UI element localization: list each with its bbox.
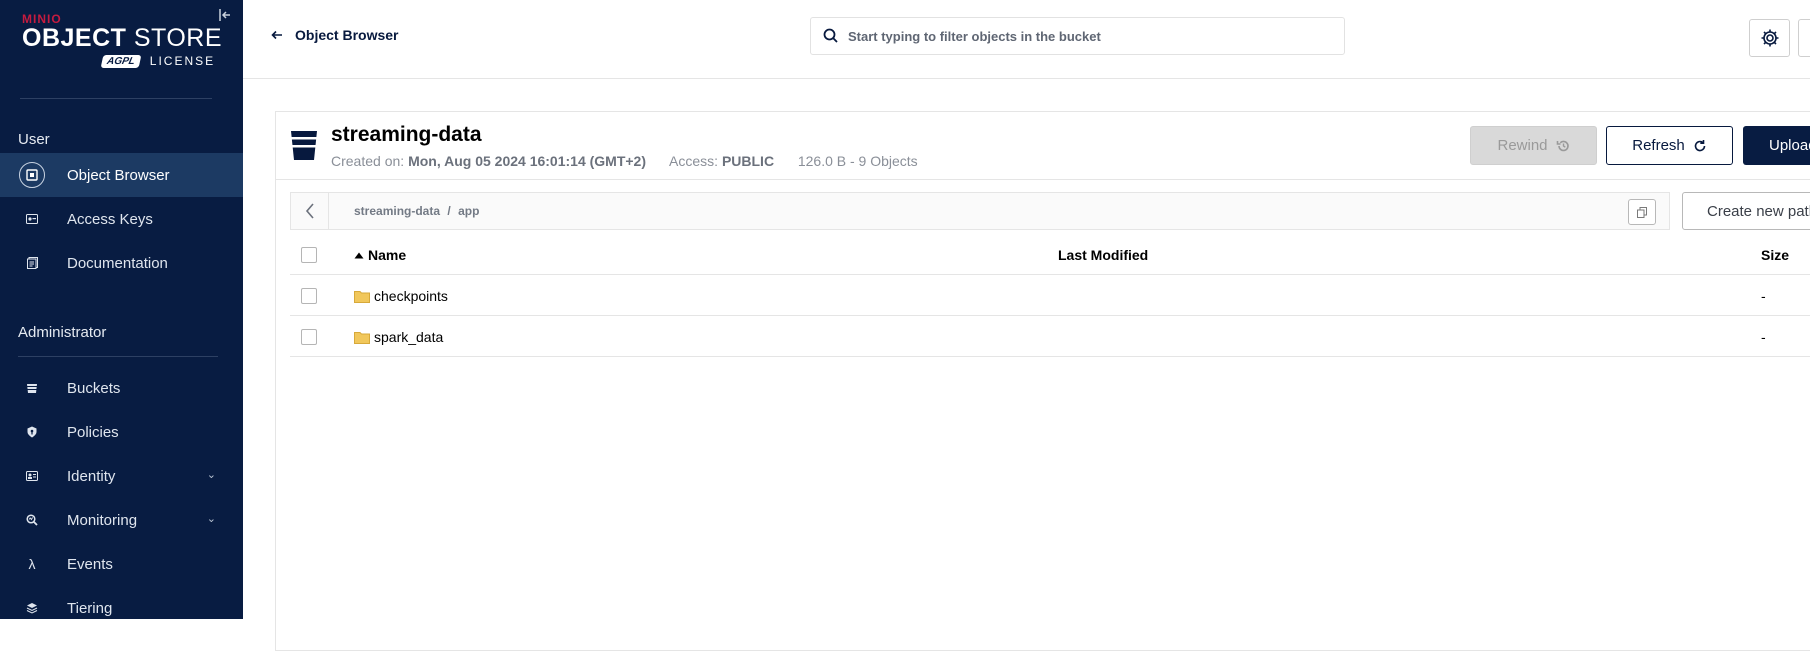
sidebar-item-label: Policies [67,423,119,441]
minio-logo[interactable]: MINIO OBJECT STORE AGPL LICENSE [22,12,223,68]
object-name: checkpoints [374,288,448,304]
sidebar-item-label: Events [67,555,113,573]
search-box [810,17,1345,55]
access-label: Access: [669,153,719,169]
sidebar-item-label: Buckets [67,379,121,397]
sidebar-item-events[interactable]: λ Events [0,542,243,586]
row-checkbox[interactable] [301,329,317,345]
search-icon [823,28,838,43]
docs-icon [19,250,45,276]
size-cell: - [1761,329,1766,345]
breadcrumb-separator: / [447,204,451,218]
sidebar-item-object-browser[interactable]: Object Browser [0,153,243,197]
select-all-checkbox[interactable] [301,247,317,263]
size-cell: - [1761,288,1766,304]
sidebar-item-monitoring[interactable]: Monitoring ⌄ [0,498,243,542]
folder-icon [354,331,370,344]
name-column-header[interactable]: Name [354,247,406,263]
user-section-label: User [18,131,50,148]
upload-button[interactable]: Upload [1743,126,1810,165]
shield-icon [19,419,45,445]
agpl-badge: AGPL [100,54,142,68]
bucket-meta: Created on: Mon, Aug 05 2024 16:01:14 (G… [331,153,918,169]
identity-icon [19,463,45,489]
bucket-usage: 126.0 B - 9 Objects [797,153,918,169]
admin-divider [18,356,218,357]
breadcrumb: streaming-data / app [354,204,479,218]
created-value: Mon, Aug 05 2024 16:01:14 (GMT+2) [408,153,647,169]
lambda-icon: λ [28,556,36,572]
sidebar-item-access-keys[interactable]: Access Keys [0,197,243,241]
breadcrumb-bucket[interactable]: streaming-data [354,204,440,218]
row-checkbox[interactable] [301,288,317,304]
rewind-icon [1556,140,1569,151]
sidebar-item-tiering[interactable]: Tiering [0,586,243,630]
create-new-path-button[interactable]: Create new path [1682,192,1810,230]
brand-license: AGPL LICENSE [100,54,216,68]
back-link-label: Object Browser [295,27,399,43]
sidebar-item-identity[interactable]: Identity ⌄ [0,454,243,498]
last-modified-column-header[interactable]: Last Modified [1058,247,1148,263]
bucket-icon [19,375,45,401]
table-row[interactable]: spark_data - [290,317,1810,357]
object-browser-icon [19,162,45,188]
sidebar-item-label: Object Browser [67,166,170,184]
upload-label: Upload [1769,137,1810,154]
search-input[interactable] [848,28,1318,44]
bucket-name: streaming-data [331,123,482,146]
copy-icon [1637,206,1647,218]
license-label: LICENSE [149,54,216,68]
sidebar-item-label: Monitoring [67,511,138,529]
table-row[interactable]: checkpoints - [290,276,1810,316]
admin-section-label: Administrator [18,324,107,341]
top-bar: Object Browser [243,0,1810,79]
copy-path-button[interactable] [1628,199,1656,225]
bucket-icon [291,131,317,160]
gear-icon [1761,29,1778,47]
table-header: Name Last Modified Size [290,235,1810,275]
back-link[interactable]: Object Browser [271,27,398,43]
chevron-down-icon[interactable]: ⌄ [207,468,216,481]
settings-button[interactable] [1749,19,1790,57]
brand-divider [20,98,212,99]
bucket-header: streaming-data Created on: Mon, Aug 05 2… [276,112,1810,180]
rewind-label: Rewind [1497,137,1548,154]
monitoring-icon [19,507,45,533]
refresh-button[interactable]: Refresh [1606,126,1733,165]
brand-title: OBJECT STORE [22,24,223,52]
breadcrumb-back-button[interactable] [291,193,329,229]
sidebar-item-buckets[interactable]: Buckets [0,366,243,410]
tiers-icon [19,595,45,621]
chevron-left-icon [305,203,314,219]
more-button[interactable] [1798,19,1810,57]
sidebar-item-documentation[interactable]: Documentation [0,241,243,285]
create-new-path-label: Create new path [1707,202,1810,220]
sidebar-item-policies[interactable]: Policies [0,410,243,454]
sort-asc-icon [354,252,364,258]
created-label: Created on: [331,153,405,169]
sidebar: MINIO OBJECT STORE AGPL LICENSE User Obj… [0,0,243,619]
breadcrumb-folder[interactable]: app [458,204,479,218]
collapse-sidebar-icon[interactable] [218,8,234,24]
access-value: PUBLIC [721,153,775,169]
sidebar-item-label: Access Keys [67,210,153,228]
arrow-left-icon [271,30,282,40]
sidebar-item-label: Documentation [67,254,168,272]
bucket-panel: streaming-data Created on: Mon, Aug 05 2… [275,111,1810,651]
rewind-button[interactable]: Rewind [1470,126,1597,165]
key-icon [19,206,45,232]
object-name-cell: checkpoints [354,288,448,304]
breadcrumb-bar: streaming-data / app [290,192,1670,230]
object-name: spark_data [374,329,444,345]
sidebar-item-label: Tiering [67,599,113,617]
size-column-header[interactable]: Size [1761,247,1789,263]
folder-icon [354,290,370,303]
object-name-cell: spark_data [354,329,443,345]
chevron-down-icon[interactable]: ⌄ [207,512,216,525]
refresh-label: Refresh [1632,137,1685,154]
sidebar-item-label: Identity [67,467,116,485]
refresh-icon [1694,139,1706,151]
name-header-label: Name [368,247,407,263]
